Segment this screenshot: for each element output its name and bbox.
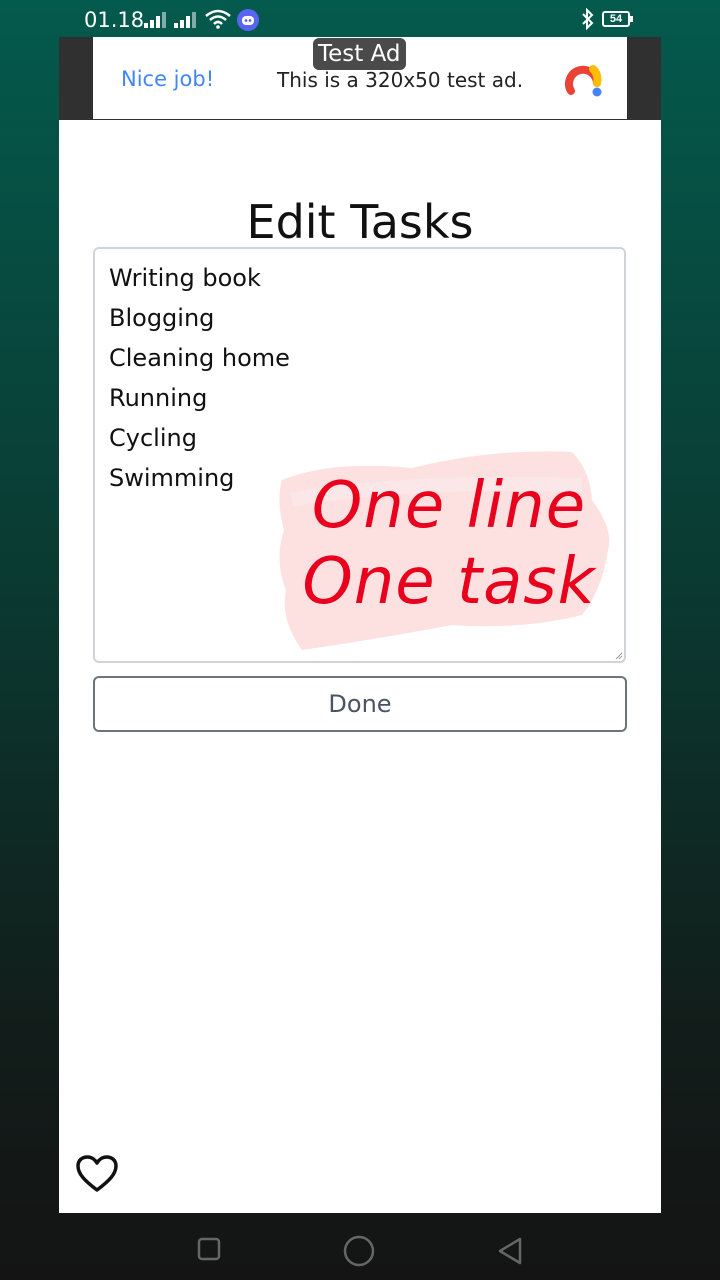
ad-nice-job-text: Nice job!: [121, 67, 215, 91]
task-line: Running: [109, 384, 208, 412]
ad-body-text: This is a 320x50 test ad.: [277, 68, 524, 92]
signal-icon: [174, 12, 196, 28]
ad-logo-icon: [565, 65, 602, 97]
back-icon[interactable]: [496, 1236, 524, 1266]
task-line: Blogging: [109, 304, 215, 332]
home-icon[interactable]: [343, 1235, 375, 1267]
recent-apps-icon[interactable]: [197, 1237, 221, 1261]
heart-icon[interactable]: [75, 1154, 119, 1194]
signal-icon: [144, 12, 166, 28]
status-bar: 01.18 54: [0, 0, 720, 38]
navigation-bar: [0, 1213, 720, 1280]
done-button[interactable]: Done: [93, 676, 627, 732]
page-title: Edit Tasks: [246, 195, 474, 249]
app-window: Nice job! This is a 320x50 test ad. Test…: [59, 37, 661, 1213]
discord-icon: [237, 9, 259, 31]
bluetooth-icon: [582, 8, 594, 30]
battery-icon: 54: [602, 11, 633, 27]
ad-banner: Nice job! This is a 320x50 test ad. Test…: [59, 37, 661, 120]
hint-text-line1: One line: [311, 469, 587, 543]
task-line: Writing book: [109, 264, 261, 292]
wifi-icon: [205, 9, 231, 29]
test-ad-badge: Test Ad: [313, 38, 406, 70]
task-line: Cleaning home: [109, 344, 290, 372]
hint-text-line2: One task: [302, 545, 596, 619]
status-time: 01.18: [84, 8, 145, 32]
